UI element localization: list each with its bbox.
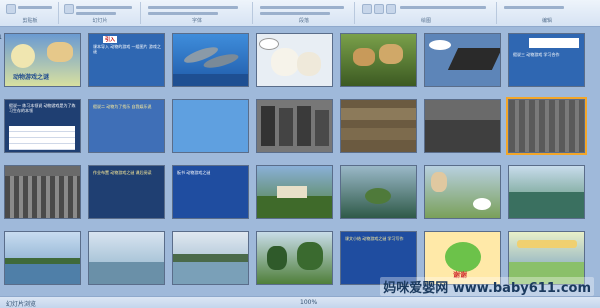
slide-thumbnail[interactable] [256,99,333,153]
slide-thumbnail[interactable]: 假说二 动物为了找乐 自我娱乐说 [88,99,165,153]
slide-thumbnail[interactable] [256,231,333,285]
ribbon-caption: 绘图 [420,18,431,24]
ribbon-group-slides: 幻灯片 [60,2,141,24]
slide-thumbnail[interactable] [424,33,501,87]
slide-thumbnail[interactable]: 板书 动物游戏之谜 [172,165,249,219]
ribbon-caption: 字体 [191,18,202,24]
status-bar: 幻灯片浏览 100% [0,296,600,308]
slide-text: 课文小结 动物游戏之谜 学习写作 [345,236,404,241]
slide-number: 1 [0,34,2,41]
zoom-level[interactable]: 100% [300,299,317,306]
arrange-icon[interactable] [374,4,384,14]
shapes-icon[interactable] [362,4,372,14]
slide-thumbnail[interactable]: 动物游戏之谜 [4,33,81,87]
slide-title: 引入 [103,36,118,43]
ribbon-group-drawing: 绘图 [356,2,497,24]
slide-sorter-pane: 1 动物游戏之谜 引入 课本导入 动物的游戏 一组图片 游戏之谜 假说三 动物游… [0,27,600,297]
slide-thumbnail[interactable] [340,165,417,219]
new-slide-icon[interactable] [64,4,74,14]
slide-text: 课本导入 动物的游戏 一组图片 游戏之谜 [93,44,161,54]
slide-thumbnail[interactable] [88,231,165,285]
slide-thumbnail[interactable] [172,33,249,87]
slide-thumbnail[interactable]: 作业布置 动物游戏之谜 课后阅读 [88,165,165,219]
ribbon-group-clipboard: 剪贴板 [2,2,59,24]
slide-thumbnail[interactable] [508,165,585,219]
slide-thumbnail[interactable] [4,231,81,285]
ribbon-caption: 幻灯片 [92,18,108,24]
ribbon-caption: 编辑 [541,18,552,24]
slide-thumbnail[interactable]: 假说一 练习本领说 动物游戏是为了练习生存的本领 [4,99,81,153]
ribbon-group-paragraph: 段落 [254,2,355,24]
watermark: 妈咪爱婴网 www.baby611.com [380,277,594,296]
slide-thumbnail[interactable] [172,231,249,285]
slide-thumbnail-selected[interactable] [506,97,587,155]
slide-text: 作业布置 动物游戏之谜 课后阅读 [93,170,152,175]
slide-title: 动物游戏之谜 [13,74,50,81]
slide-text: 板书 动物游戏之谜 [177,170,211,175]
ribbon-caption: 段落 [298,18,309,24]
slide-text: 假说一 练习本领说 动物游戏是为了练习生存的本领 [9,103,76,113]
ribbon-group-editing: 编辑 [498,2,596,24]
slide-thumbnail[interactable] [172,99,249,153]
slide-thumbnail[interactable] [424,165,501,219]
slide-text: 假说二 动物为了找乐 自我娱乐说 [93,104,152,109]
slide-thumbnail[interactable] [340,33,417,87]
slide-thumbnail[interactable] [424,99,501,153]
slide-thumbnail[interactable] [340,99,417,153]
slide-text: 假说三 动物游戏 学习合作 [513,52,560,57]
ribbon-group-font: 字体 [142,2,253,24]
slide-thumbnail[interactable] [256,33,333,87]
slide-thumbnail[interactable]: 假说三 动物游戏 学习合作 [508,33,585,87]
slide-thumbnail[interactable]: 引入 课本导入 动物的游戏 一组图片 游戏之谜 [88,33,165,87]
paste-icon[interactable] [6,4,16,14]
slide-thumbnail[interactable] [256,165,333,219]
ribbon: 剪贴板 幻灯片 字体 段落 绘图 编辑 [0,0,600,27]
quick-styles-icon[interactable] [386,4,396,14]
view-mode-label: 幻灯片浏览 [6,301,37,308]
slide-thumbnail[interactable] [4,165,81,219]
ribbon-caption: 剪贴板 [22,18,38,24]
